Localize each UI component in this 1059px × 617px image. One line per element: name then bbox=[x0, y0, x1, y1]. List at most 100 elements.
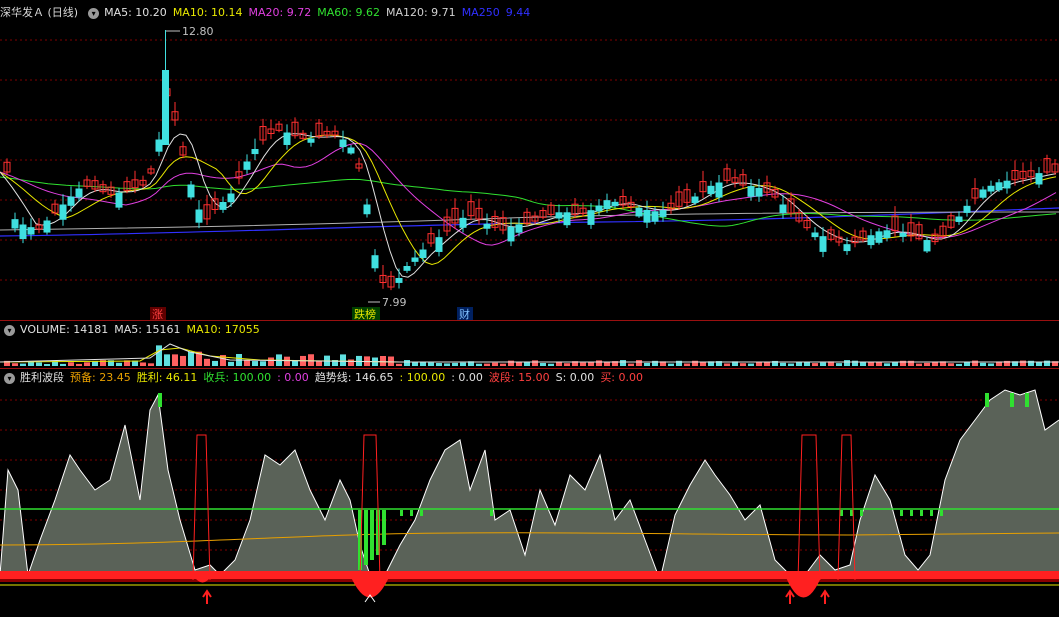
candle-body bbox=[19, 224, 27, 240]
volume-bar bbox=[428, 362, 434, 366]
volume-bar bbox=[844, 360, 850, 366]
signal-bar bbox=[900, 510, 903, 516]
signal-bar bbox=[840, 510, 843, 516]
signal-bar bbox=[1025, 393, 1029, 407]
high-price-label: 12.80 bbox=[182, 25, 214, 38]
volume-bar bbox=[348, 359, 354, 366]
volume-header: ▾ VOLUME: 14181 MA5: 15161 MA10: 17055 bbox=[0, 321, 266, 339]
signal-bar bbox=[985, 393, 989, 407]
volume-bar bbox=[852, 360, 858, 366]
buy-lobe bbox=[350, 575, 390, 598]
volume-label: VOLUME: 14181 bbox=[20, 323, 109, 336]
candle-body bbox=[563, 212, 571, 226]
volume-bar bbox=[788, 363, 794, 366]
volume-bar bbox=[388, 356, 394, 366]
trend-box bbox=[192, 434, 211, 581]
indicator-s: S: 0.00 bbox=[555, 371, 595, 384]
ma5-label: MA5: 10.20 bbox=[104, 6, 167, 19]
trend-box bbox=[797, 434, 821, 581]
volume-bar bbox=[460, 362, 466, 366]
indicator-area bbox=[0, 390, 1059, 580]
chart-canvas[interactable]: 12.807.99涨 跌榜财 bbox=[0, 0, 1059, 617]
volume-bar bbox=[268, 357, 274, 366]
candle-body bbox=[27, 227, 35, 235]
candle-body bbox=[635, 207, 643, 217]
signal-bar bbox=[382, 510, 386, 545]
volume-bar bbox=[76, 363, 82, 366]
indicator-shoubing: 收兵: 100.00 bbox=[203, 371, 272, 384]
signal-bar bbox=[940, 510, 943, 516]
stock-title: 深华发Ａ (日线) bbox=[0, 6, 79, 19]
volume-bar bbox=[620, 360, 626, 366]
volume-bar bbox=[444, 363, 450, 366]
candle-body bbox=[755, 187, 763, 197]
volume-bar bbox=[188, 351, 194, 366]
volume-bar bbox=[956, 363, 962, 366]
indicator-settings-icon[interactable]: ▾ bbox=[4, 372, 15, 384]
candle-body bbox=[307, 138, 315, 143]
candle-body bbox=[243, 161, 251, 170]
volume-bar bbox=[644, 362, 650, 366]
volume-bar bbox=[836, 363, 842, 366]
volume-bar bbox=[412, 362, 418, 366]
candle-body bbox=[59, 204, 67, 220]
indicator-value-a: : 0.00 bbox=[277, 371, 309, 384]
volume-settings-icon[interactable]: ▾ bbox=[4, 324, 15, 336]
candle-body bbox=[779, 204, 787, 214]
volume-bar bbox=[500, 363, 506, 366]
volume-bar bbox=[1020, 360, 1026, 366]
indicator-boduan: 波段: 15.00 bbox=[488, 371, 550, 384]
candle-body bbox=[219, 202, 227, 210]
volume-bar bbox=[68, 362, 74, 366]
ma20-label: MA20: 9.72 bbox=[248, 6, 312, 19]
candle-body bbox=[195, 209, 203, 223]
candle-body bbox=[587, 210, 595, 225]
volume-bar bbox=[684, 363, 690, 366]
signal-bar bbox=[410, 510, 413, 516]
candle-body bbox=[979, 189, 987, 198]
volume-bar bbox=[508, 360, 514, 366]
candle-body bbox=[843, 244, 851, 252]
ma250-value: 9.44 bbox=[505, 6, 531, 19]
ma10-label: MA10: 10.14 bbox=[172, 6, 243, 19]
candle-body bbox=[251, 149, 259, 155]
volume-bar bbox=[20, 363, 26, 366]
signal-bar bbox=[420, 510, 423, 516]
volume-bar bbox=[604, 362, 610, 366]
volume-bar bbox=[540, 363, 546, 366]
candle-body bbox=[899, 232, 907, 237]
candle-body bbox=[923, 240, 931, 252]
candle-body bbox=[459, 217, 467, 228]
candle-body bbox=[691, 196, 699, 204]
candle-body bbox=[715, 182, 723, 198]
candle-body bbox=[1003, 180, 1011, 189]
volume-bar bbox=[436, 363, 442, 366]
indicator-name: 胜利波段 bbox=[20, 371, 64, 384]
volume-bar bbox=[12, 363, 18, 366]
candle-body bbox=[283, 132, 291, 145]
volume-bar bbox=[172, 354, 178, 366]
candle-body bbox=[883, 230, 891, 238]
indicator-shengli: 胜利: 46.11 bbox=[136, 371, 198, 384]
candle-body bbox=[963, 205, 971, 213]
volume-bar bbox=[892, 361, 898, 366]
candle-body bbox=[363, 204, 371, 215]
volume-bar bbox=[724, 363, 730, 366]
volume-bar bbox=[548, 363, 554, 366]
volume-bar bbox=[860, 362, 866, 366]
indicator-yubei: 预备: 23.45 bbox=[70, 371, 131, 384]
volume-bar bbox=[452, 362, 458, 366]
volume-bar bbox=[380, 355, 386, 366]
signal-bar bbox=[930, 510, 933, 516]
volume-bar bbox=[484, 363, 490, 366]
volume-bar bbox=[972, 360, 978, 366]
volume-bar bbox=[116, 362, 122, 366]
main-settings-icon[interactable]: ▾ bbox=[88, 7, 100, 19]
volume-bar bbox=[228, 361, 234, 366]
candle-body bbox=[75, 188, 83, 198]
candle-body bbox=[811, 232, 819, 238]
signal-bar bbox=[364, 510, 368, 565]
volume-bar bbox=[148, 363, 154, 366]
signal-bar bbox=[920, 510, 923, 516]
volume-bar bbox=[700, 362, 706, 366]
